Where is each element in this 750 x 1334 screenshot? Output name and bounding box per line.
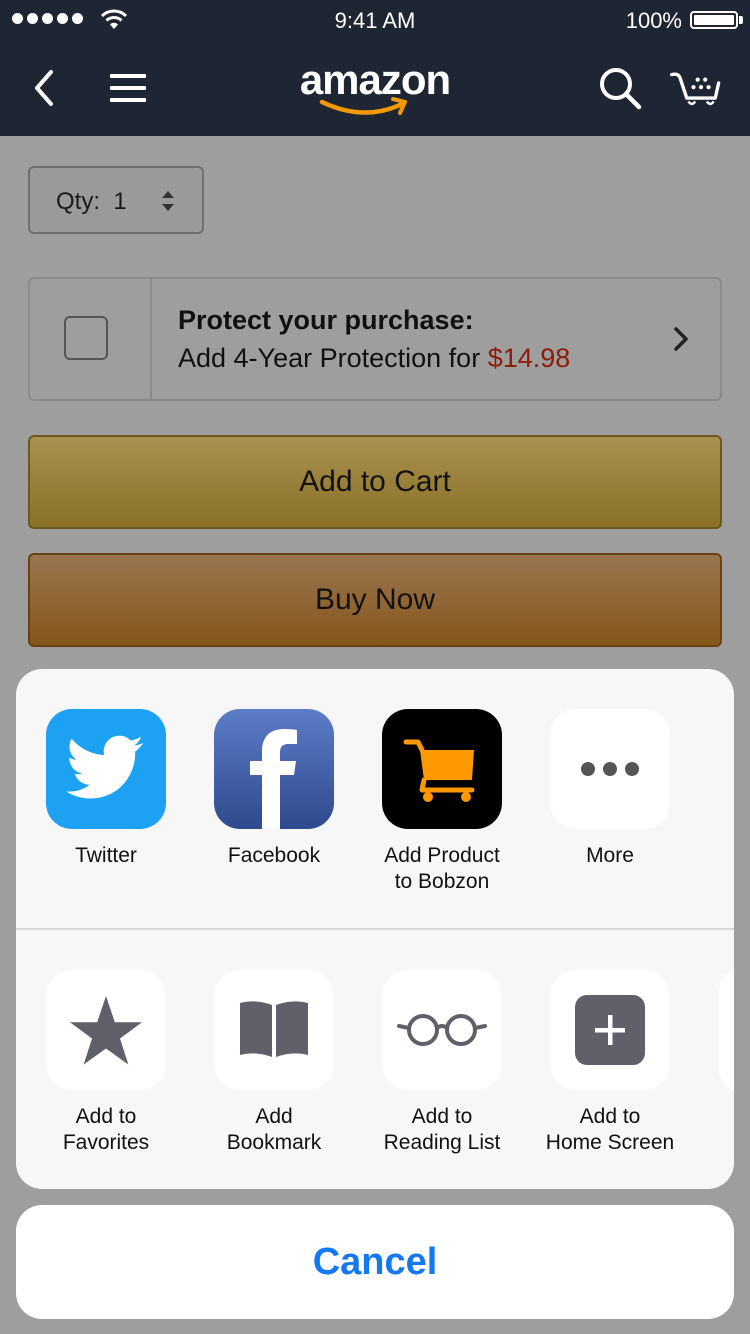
- battery-icon: [690, 11, 738, 29]
- share-sheet-divider: [16, 928, 734, 930]
- qty-value: 1: [113, 188, 127, 215]
- protection-checkbox[interactable]: [64, 316, 108, 360]
- add-to-cart-button[interactable]: Add to Cart: [28, 435, 722, 529]
- logo-smile-icon: [319, 97, 407, 115]
- cancel-button[interactable]: Cancel: [16, 1205, 734, 1319]
- share-app-facebook[interactable]: Facebook: [199, 709, 349, 869]
- battery-tip: [739, 16, 743, 24]
- star-icon: [46, 970, 166, 1090]
- protection-price: $14.98: [487, 343, 571, 373]
- chevron-up-down-icon: [162, 191, 174, 211]
- search-icon[interactable]: [594, 62, 646, 114]
- more-icon: [550, 709, 670, 829]
- battery-percent: 100%: [625, 8, 682, 33]
- facebook-icon: [214, 709, 334, 829]
- qty-label: Qty:: [56, 188, 101, 215]
- protection-checkbox-cell: [30, 279, 152, 399]
- share-app-label: More: [586, 844, 634, 867]
- share-sheet: Twitter Facebook Add Product to Bobzon M…: [16, 669, 734, 1189]
- action-add-to-favorites[interactable]: Add to Favorites: [31, 970, 181, 1156]
- action-add-bookmark[interactable]: Add Bookmark: [199, 970, 349, 1156]
- protection-plan-row[interactable]: Protect your purchase: Add 4-Year Protec…: [28, 277, 722, 401]
- action-add-to-home-screen[interactable]: Add to Home Screen: [535, 970, 685, 1156]
- share-app-label: Facebook: [227, 844, 321, 867]
- twitter-icon: [46, 709, 166, 829]
- share-app-more[interactable]: More: [535, 709, 685, 869]
- share-app-bobzon[interactable]: Add Product to Bobzon: [367, 709, 517, 895]
- share-app-twitter[interactable]: Twitter: [31, 709, 181, 869]
- quantity-selector[interactable]: Qty: 1: [28, 166, 204, 234]
- cart-icon[interactable]: [670, 62, 722, 114]
- action-label: Add to Reading List: [383, 1105, 501, 1154]
- shopping-cart-icon: [382, 709, 502, 829]
- action-label: Add to Home Screen: [545, 1105, 675, 1154]
- action-add-to-reading-list[interactable]: Add to Reading List: [367, 970, 517, 1156]
- buy-now-button[interactable]: Buy Now: [28, 553, 722, 647]
- action-label: Add to Favorites: [62, 1105, 150, 1154]
- share-app-label: Twitter: [75, 844, 137, 867]
- share-app-label: Add Product to Bobzon: [384, 844, 500, 893]
- plus-square-icon: [550, 970, 670, 1090]
- protection-text: Add 4-Year Protection for $14.98: [178, 343, 571, 373]
- glasses-icon: [382, 970, 502, 1090]
- action-label: Add Bookmark: [226, 1105, 322, 1154]
- top-navbar: amazon: [0, 40, 750, 136]
- status-bar: 9:41 AM 100%: [0, 0, 750, 40]
- protection-title: Protect your purchase:: [178, 305, 474, 335]
- action-tile-partial[interactable]: [719, 970, 734, 1090]
- chevron-right-icon: [674, 327, 688, 351]
- book-icon: [214, 970, 334, 1090]
